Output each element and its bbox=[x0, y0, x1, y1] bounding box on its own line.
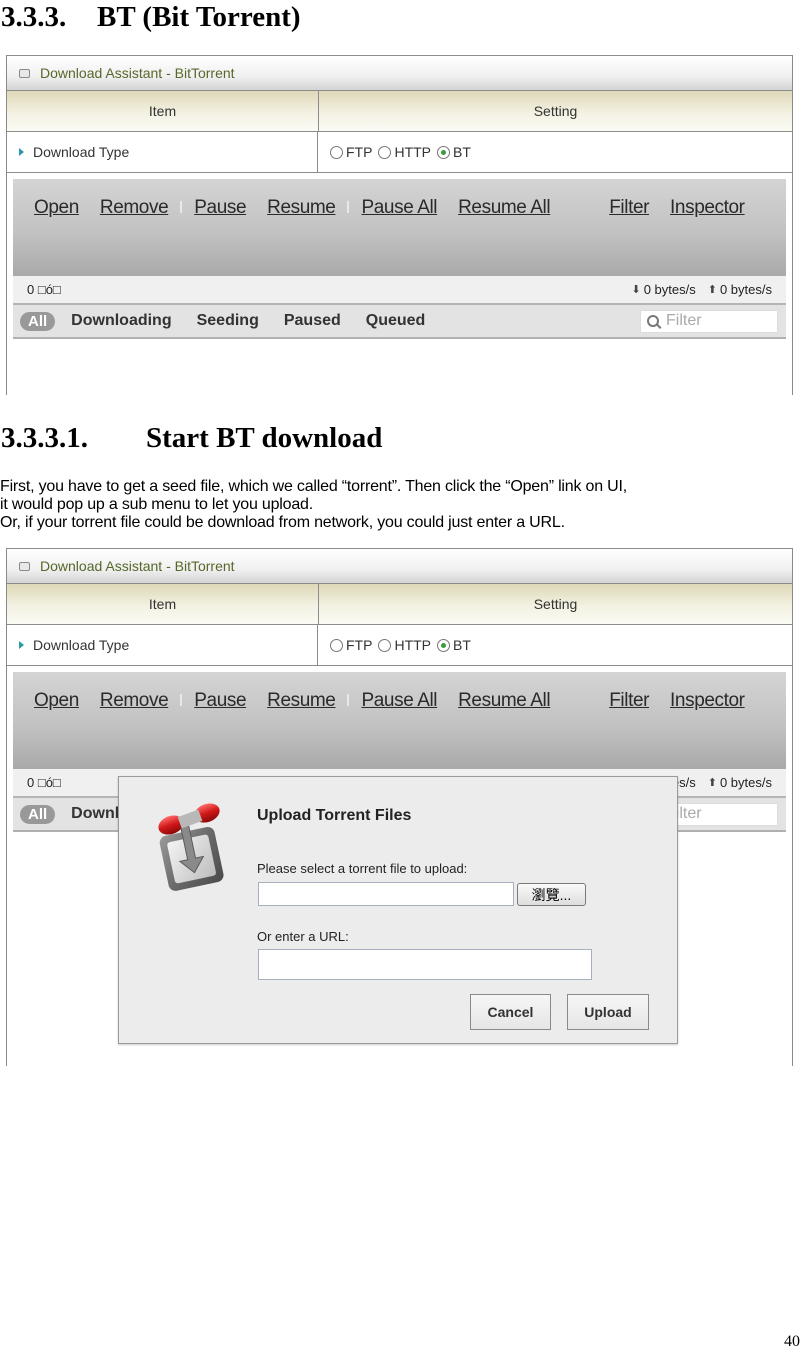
toolbar: Open Remove Pause Resume Pause All Resum… bbox=[13, 179, 786, 276]
transmission-logo-icon bbox=[158, 803, 224, 891]
radio-selected-icon bbox=[437, 145, 451, 159]
toolbar-divider bbox=[347, 201, 350, 213]
paragraph-line: it would pop up a sub menu to let you up… bbox=[0, 496, 314, 513]
url-label: Or enter a URL: bbox=[257, 929, 349, 944]
panel-box-icon bbox=[19, 561, 30, 571]
upload-arrow-icon: ⬆ bbox=[707, 777, 717, 789]
column-header-item: Item bbox=[7, 91, 319, 131]
filter-tab-downloading[interactable]: Downloading bbox=[71, 312, 171, 330]
search-icon bbox=[647, 315, 659, 327]
subsection-number: 3.3.3.1. bbox=[1, 422, 88, 454]
radio-circle-icon bbox=[378, 145, 392, 159]
filter-link[interactable]: Filter bbox=[609, 690, 649, 712]
column-header-item: Item bbox=[7, 584, 319, 624]
panel-title: Download Assistant - BitTorrent bbox=[40, 65, 235, 81]
section-heading: 3.3.3. BT (Bit Torrent) bbox=[1, 0, 301, 34]
filter-bar: All Downloading Seeding Paused Queued Fi… bbox=[13, 305, 786, 339]
pause-all-link[interactable]: Pause All bbox=[361, 197, 437, 219]
upload-arrow-icon: ⬆ bbox=[707, 284, 717, 296]
radio-selected-icon bbox=[437, 638, 451, 652]
radio-http[interactable]: HTTP bbox=[378, 144, 431, 160]
open-link[interactable]: Open bbox=[34, 197, 79, 219]
filter-search-input[interactable]: Filter bbox=[640, 309, 778, 333]
table-header: Item Setting bbox=[7, 91, 792, 132]
radio-circle-icon bbox=[330, 145, 343, 159]
inspector-link[interactable]: Inspector bbox=[670, 690, 745, 712]
instruction-paragraph: First, you have to get a seed file, whic… bbox=[0, 478, 627, 532]
filter-tab-seeding[interactable]: Seeding bbox=[197, 312, 259, 330]
toolbar-divider bbox=[180, 694, 183, 706]
cancel-button[interactable]: Cancel bbox=[470, 994, 551, 1030]
download-rate: 0 bytes/s bbox=[643, 282, 696, 297]
section-title: BT (Bit Torrent) bbox=[97, 1, 301, 33]
torrent-url-input[interactable] bbox=[258, 949, 592, 980]
torrent-count: 0 □ó□ bbox=[27, 282, 61, 297]
transmission-web-ui: Open Remove Pause Resume Pause All Resum… bbox=[13, 179, 786, 339]
panel-title-bar: Download Assistant - BitTorrent bbox=[7, 548, 792, 584]
resume-link[interactable]: Resume bbox=[267, 197, 336, 219]
download-arrow-icon: ⬇ bbox=[631, 284, 641, 296]
upload-button[interactable]: Upload bbox=[567, 994, 649, 1030]
open-link[interactable]: Open bbox=[34, 690, 79, 712]
torrent-file-input[interactable] bbox=[258, 882, 514, 906]
filter-tab-all[interactable]: All bbox=[20, 311, 56, 331]
panel-box-icon bbox=[19, 68, 30, 78]
upload-rate: 0 bytes/s bbox=[719, 775, 772, 790]
radio-circle-icon bbox=[330, 638, 343, 652]
pause-all-link[interactable]: Pause All bbox=[361, 690, 437, 712]
download-type-label: Download Type bbox=[33, 637, 130, 653]
resume-all-link[interactable]: Resume All bbox=[458, 197, 551, 219]
bittorrent-screenshot-1: Download Assistant - BitTorrent Item Set… bbox=[6, 55, 793, 395]
download-type-radio-group: FTP HTTP BT bbox=[318, 637, 477, 653]
section-number: 3.3.3. bbox=[1, 1, 67, 33]
triangle-bullet-icon bbox=[19, 641, 24, 649]
remove-link[interactable]: Remove bbox=[100, 197, 169, 219]
radio-ftp[interactable]: FTP bbox=[330, 637, 372, 653]
filter-link[interactable]: Filter bbox=[609, 197, 649, 219]
dialog-title: Upload Torrent Files bbox=[257, 807, 412, 824]
upload-rate: 0 bytes/s bbox=[719, 282, 772, 297]
status-bar: 0 □ó□ ⬇ 0 bytes/s ⬆ 0 bytes/s bbox=[13, 276, 786, 305]
download-type-label: Download Type bbox=[33, 144, 130, 160]
pause-link[interactable]: Pause bbox=[194, 197, 246, 219]
pause-link[interactable]: Pause bbox=[194, 690, 246, 712]
resume-link[interactable]: Resume bbox=[267, 690, 336, 712]
column-header-setting: Setting bbox=[533, 103, 578, 119]
toolbar-divider bbox=[347, 694, 350, 706]
paragraph-line: Or, if your torrent file could be downlo… bbox=[0, 514, 565, 531]
panel-title-bar: Download Assistant - BitTorrent bbox=[7, 55, 792, 91]
toolbar: Open Remove Pause Resume Pause All Resum… bbox=[13, 672, 786, 769]
radio-ftp[interactable]: FTP bbox=[330, 144, 372, 160]
subsection-heading: 3.3.3.1. Start BT download bbox=[1, 420, 382, 456]
upload-torrent-dialog: Upload Torrent Files Please select a tor… bbox=[118, 776, 678, 1044]
filter-tab-paused[interactable]: Paused bbox=[284, 312, 341, 330]
toolbar-divider bbox=[180, 201, 183, 213]
resume-all-link[interactable]: Resume All bbox=[458, 690, 551, 712]
remove-link[interactable]: Remove bbox=[100, 690, 169, 712]
download-type-radio-group: FTP HTTP BT bbox=[318, 144, 477, 160]
paragraph-line: First, you have to get a seed file, whic… bbox=[0, 478, 628, 495]
inspector-link[interactable]: Inspector bbox=[670, 197, 745, 219]
table-header: Item Setting bbox=[7, 584, 792, 625]
file-select-label: Please select a torrent file to upload: bbox=[257, 861, 468, 876]
column-header-setting: Setting bbox=[533, 596, 578, 612]
page-number: 40 bbox=[784, 1333, 800, 1350]
filter-tab-all[interactable]: All bbox=[20, 804, 56, 824]
radio-http[interactable]: HTTP bbox=[378, 637, 431, 653]
table-row-download-type: Download Type FTP HTTP BT bbox=[7, 625, 792, 666]
radio-bt[interactable]: BT bbox=[437, 637, 471, 653]
filter-search-placeholder: Filter bbox=[666, 312, 702, 329]
table-row-download-type: Download Type FTP HTTP BT bbox=[7, 132, 792, 173]
radio-circle-icon bbox=[378, 638, 392, 652]
radio-bt[interactable]: BT bbox=[437, 144, 471, 160]
filter-tab-queued[interactable]: Queued bbox=[366, 312, 426, 330]
triangle-bullet-icon bbox=[19, 148, 24, 156]
subsection-title: Start BT download bbox=[146, 422, 383, 454]
browse-button[interactable]: 瀏覽... bbox=[517, 883, 586, 906]
panel-title: Download Assistant - BitTorrent bbox=[40, 558, 235, 574]
